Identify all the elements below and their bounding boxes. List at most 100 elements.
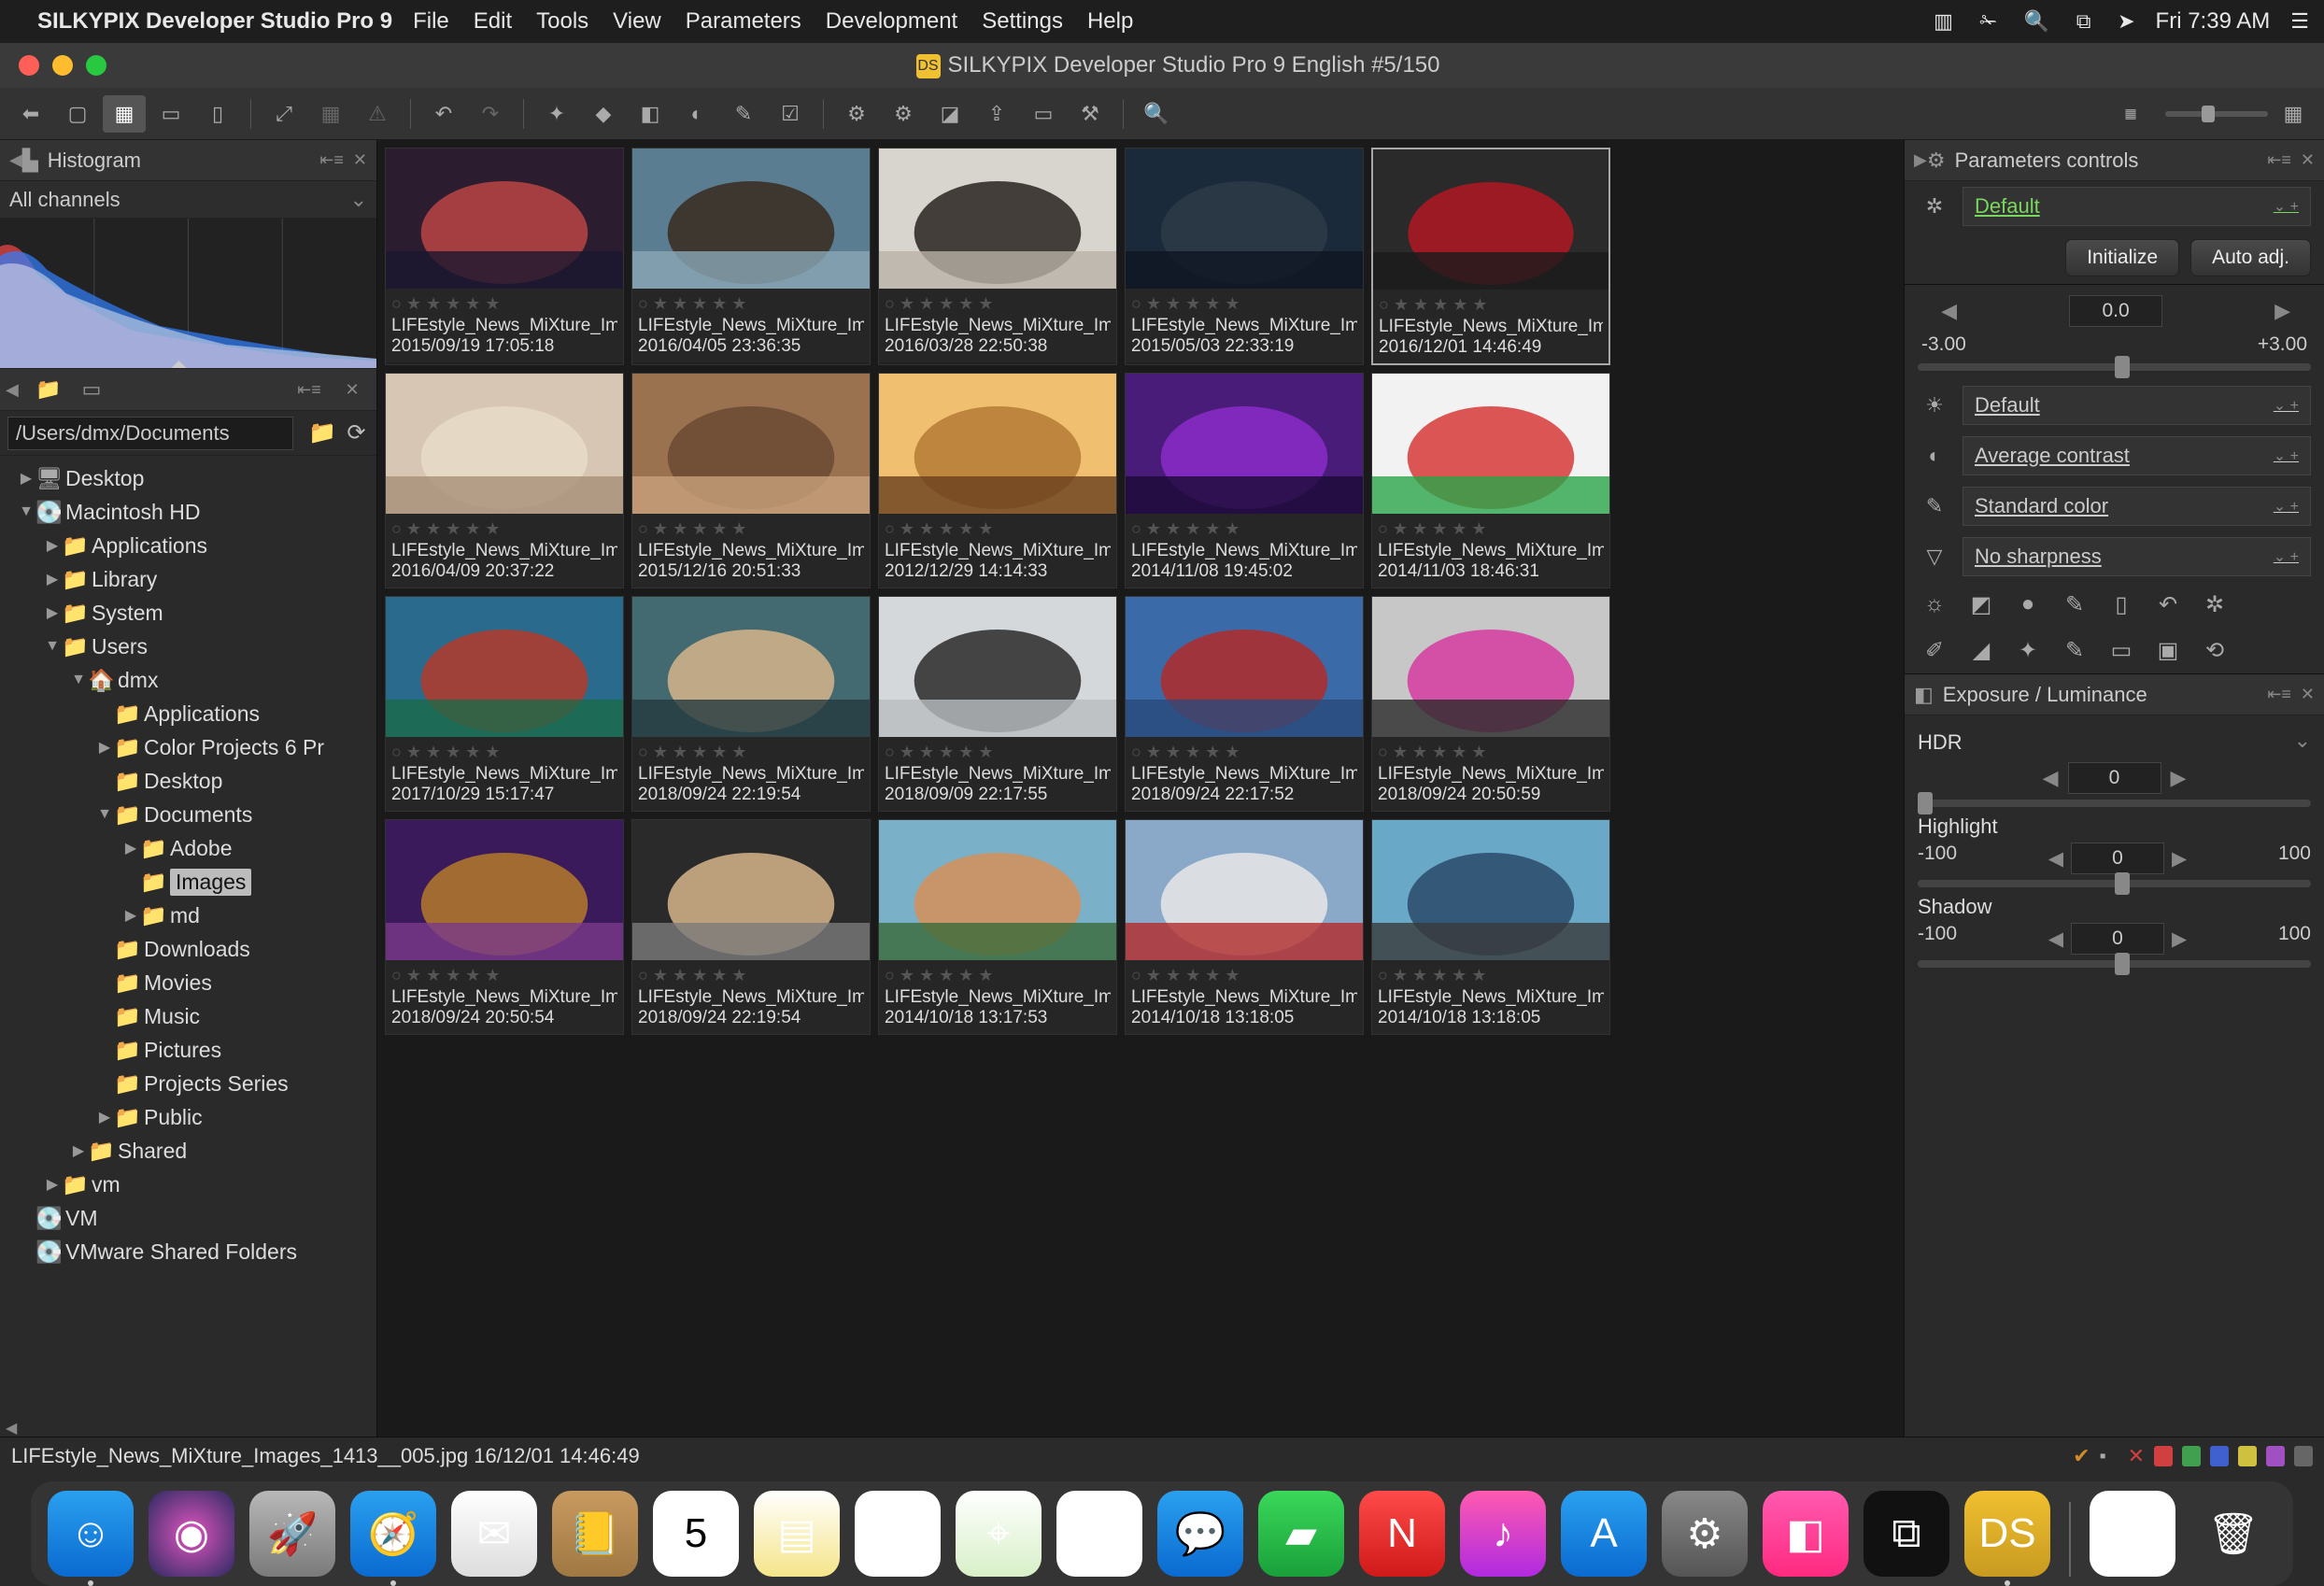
fish-icon[interactable]: ✦ xyxy=(2013,637,2043,664)
gear1-button[interactable]: ⚙ xyxy=(835,95,878,133)
shadow-slider[interactable] xyxy=(1918,960,2311,968)
contrast-select[interactable]: Average contrast⌄ + xyxy=(1963,436,2311,475)
sun-icon[interactable]: ☼ xyxy=(1920,591,1949,618)
thumbnail[interactable]: ★ ★ ★ ★ ★LIFEstyle_News_MiXture_Image201… xyxy=(1371,596,1610,812)
panel-menu-icon[interactable]: ⇤≡ xyxy=(290,373,328,406)
list-icon[interactable]: ☰ xyxy=(2290,9,2309,33)
preset-select[interactable]: Default⌄ + xyxy=(1963,187,2311,226)
chevron-left-icon[interactable]: ◀ xyxy=(9,150,22,170)
redo-button[interactable]: ↷ xyxy=(469,95,512,133)
dock-mail[interactable]: ✉ xyxy=(451,1491,537,1577)
tag-red[interactable] xyxy=(2154,1446,2173,1466)
rating-stars[interactable]: ★ ★ ★ ★ ★ xyxy=(638,743,864,762)
tree-node[interactable]: 📁Desktop xyxy=(0,764,376,798)
tree-node[interactable]: 📁Music xyxy=(0,999,376,1033)
menu-development[interactable]: Development xyxy=(826,8,957,34)
dock-messages[interactable]: 💬 xyxy=(1157,1491,1243,1577)
tag-green[interactable] xyxy=(2182,1446,2201,1466)
view-grid-button[interactable]: ▦ xyxy=(103,95,146,133)
dock-finder[interactable]: ☺ xyxy=(48,1491,134,1577)
shadow-value[interactable]: 0 xyxy=(2071,923,2164,955)
curve-icon[interactable]: ◩ xyxy=(1966,591,1996,618)
nav-back-button[interactable]: ⬅ xyxy=(9,95,52,133)
dock-itunes[interactable]: ♪ xyxy=(1460,1491,1546,1577)
wifi-icon[interactable]: ➤ xyxy=(2118,9,2134,33)
rating-stars[interactable]: ★ ★ ★ ★ ★ xyxy=(638,966,864,985)
panel-close-icon[interactable]: ✕ xyxy=(2301,685,2315,704)
thumbnail[interactable]: ★ ★ ★ ★ ★LIFEstyle_News_MiXture_Image201… xyxy=(1371,148,1610,365)
control-center-icon[interactable]: ⧉ xyxy=(2076,9,2091,33)
thumbnail[interactable]: ★ ★ ★ ★ ★LIFEstyle_News_MiXture_Image201… xyxy=(385,596,624,812)
thumbnail[interactable]: ★ ★ ★ ★ ★LIFEstyle_News_MiXture_Image201… xyxy=(878,819,1117,1035)
tag-blue[interactable] xyxy=(2210,1446,2229,1466)
thumbnail[interactable]: ★ ★ ★ ★ ★LIFEstyle_News_MiXture_Image201… xyxy=(631,819,871,1035)
thumbnail[interactable]: ★ ★ ★ ★ ★LIFEstyle_News_MiXture_Image201… xyxy=(385,148,624,365)
menu-file[interactable]: File xyxy=(413,8,449,34)
rating-stars[interactable]: ★ ★ ★ ★ ★ xyxy=(885,966,1111,985)
gear-icon[interactable]: ✲ xyxy=(1918,194,1951,219)
thumbnail[interactable]: ★ ★ ★ ★ ★LIFEstyle_News_MiXture_Image201… xyxy=(1125,148,1364,365)
channels-select[interactable]: All channels⌄ xyxy=(0,181,376,219)
dock-appstore[interactable]: A xyxy=(1561,1491,1647,1577)
thumbnail[interactable]: ★ ★ ★ ★ ★LIFEstyle_News_MiXture_Image201… xyxy=(631,148,871,365)
rating-stars[interactable]: ★ ★ ★ ★ ★ xyxy=(391,966,617,985)
thumbnail[interactable]: ★ ★ ★ ★ ★LIFEstyle_News_MiXture_Image201… xyxy=(878,373,1117,588)
tree-node[interactable]: ▼💽Macintosh HD xyxy=(0,495,376,529)
fullscreen-button[interactable]: ⤢ xyxy=(262,95,305,133)
dock-safari[interactable]: 🧭 xyxy=(350,1491,436,1577)
auto-adjust-button[interactable]: ✦ xyxy=(535,95,578,133)
tree-node[interactable]: 💽VMware Shared Folders xyxy=(0,1235,376,1268)
tree-node[interactable]: 💽VM xyxy=(0,1201,376,1235)
highlight-value[interactable]: 0 xyxy=(2071,843,2164,874)
tree-node[interactable]: ▼📁Users xyxy=(0,630,376,663)
tag-purple[interactable] xyxy=(2266,1446,2285,1466)
thumbnail-browser[interactable]: ★ ★ ★ ★ ★LIFEstyle_News_MiXture_Image201… xyxy=(377,140,1904,1437)
tree-node[interactable]: 📁Applications xyxy=(0,697,376,730)
sharp-select[interactable]: No sharpness⌄ + xyxy=(1963,537,2311,576)
minimize-button[interactable] xyxy=(52,55,73,76)
rating-stars[interactable]: ★ ★ ★ ★ ★ xyxy=(1131,743,1357,762)
dock-activity[interactable]: ⧉ xyxy=(1863,1491,1949,1577)
exposure-value[interactable]: 0.0 xyxy=(2069,295,2162,327)
chat-icon[interactable]: ▭ xyxy=(73,373,110,406)
check-icon[interactable]: ✔ xyxy=(2073,1444,2090,1468)
tree-node[interactable]: ▼🏠dmx xyxy=(0,663,376,697)
rating-stars[interactable]: ★ ★ ★ ★ ★ xyxy=(391,743,617,762)
tree-node[interactable]: 📁Projects Series xyxy=(0,1067,376,1100)
warning-button[interactable]: ⚠ xyxy=(356,95,399,133)
dock-news[interactable]: N xyxy=(1359,1491,1445,1577)
panel-menu-icon[interactable]: ⇤≡ xyxy=(2267,685,2291,704)
dock-calendar[interactable]: 5 xyxy=(653,1491,739,1577)
folder-icon[interactable]: 📁 xyxy=(30,373,67,406)
loupe-button[interactable]: 🔍 xyxy=(1135,95,1178,133)
path-input[interactable] xyxy=(7,417,293,450)
crop-button[interactable]: ◆ xyxy=(582,95,625,133)
rating-stars[interactable]: ★ ★ ★ ★ ★ xyxy=(1131,519,1357,539)
tree-node[interactable]: ▶📁System xyxy=(0,596,376,630)
thumbnail[interactable]: ★ ★ ★ ★ ★LIFEstyle_News_MiXture_Image201… xyxy=(385,819,624,1035)
tree-node[interactable]: ▶📁Color Projects 6 Pr xyxy=(0,730,376,764)
dock-contacts[interactable]: 📒 xyxy=(552,1491,638,1577)
reject-icon[interactable]: ✕ xyxy=(2128,1444,2145,1468)
thumbnail[interactable]: ★ ★ ★ ★ ★LIFEstyle_News_MiXture_Image201… xyxy=(1371,819,1610,1035)
dock-notes[interactable]: ▤ xyxy=(754,1491,840,1577)
spot-button[interactable]: ◐ xyxy=(675,95,718,133)
menu-app[interactable]: SILKYPIX Developer Studio Pro 9 xyxy=(37,8,392,35)
view-compare-button[interactable]: ▯ xyxy=(196,95,239,133)
view-single-button[interactable]: ▢ xyxy=(56,95,99,133)
menu-parameters[interactable]: Parameters xyxy=(686,8,801,34)
tree-node[interactable]: ▶📁Shared xyxy=(0,1134,376,1168)
dock-siri[interactable]: ◉ xyxy=(149,1491,234,1577)
tree-node[interactable]: 📁Movies xyxy=(0,966,376,999)
panel-close-icon[interactable]: ✕ xyxy=(333,373,371,406)
rating-stars[interactable]: ★ ★ ★ ★ ★ xyxy=(391,294,617,314)
ball-icon[interactable]: ● xyxy=(2013,591,2043,618)
menu-settings[interactable]: Settings xyxy=(982,8,1063,34)
rating-stars[interactable]: ★ ★ ★ ★ ★ xyxy=(638,519,864,539)
close-button[interactable] xyxy=(19,55,39,76)
grid-toggle-button[interactable]: ▦ xyxy=(309,95,352,133)
thumbnail[interactable]: ★ ★ ★ ★ ★LIFEstyle_News_MiXture_Image201… xyxy=(385,373,624,588)
gear2-button[interactable]: ⚙ xyxy=(882,95,925,133)
thumbnail[interactable]: ★ ★ ★ ★ ★LIFEstyle_News_MiXture_Image201… xyxy=(631,373,871,588)
menu-tools[interactable]: Tools xyxy=(536,8,588,34)
